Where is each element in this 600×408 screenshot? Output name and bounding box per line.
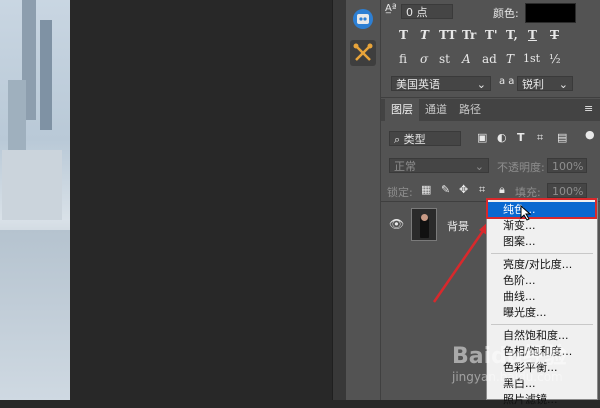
menu-item-pattern[interactable]: 图案...	[487, 234, 597, 250]
watermark-logo: Baidu经验	[452, 344, 567, 369]
menu-item-curves[interactable]: 曲线...	[487, 289, 597, 305]
menu-item-levels[interactable]: 色阶...	[487, 273, 597, 289]
mouse-cursor-icon	[520, 205, 532, 221]
menu-separator	[491, 324, 593, 325]
menu-separator	[491, 253, 593, 254]
watermark-url: jingyan.baidu.com	[452, 370, 563, 384]
menu-item-exposure[interactable]: 曝光度...	[487, 305, 597, 321]
menu-item-photo-filter[interactable]: 照片滤镜...	[487, 392, 597, 408]
annotation-highlight-box	[486, 198, 597, 219]
menu-item-gradient[interactable]: 渐变...	[487, 218, 597, 234]
menu-item-brightness-contrast[interactable]: 亮度/对比度...	[487, 257, 597, 273]
